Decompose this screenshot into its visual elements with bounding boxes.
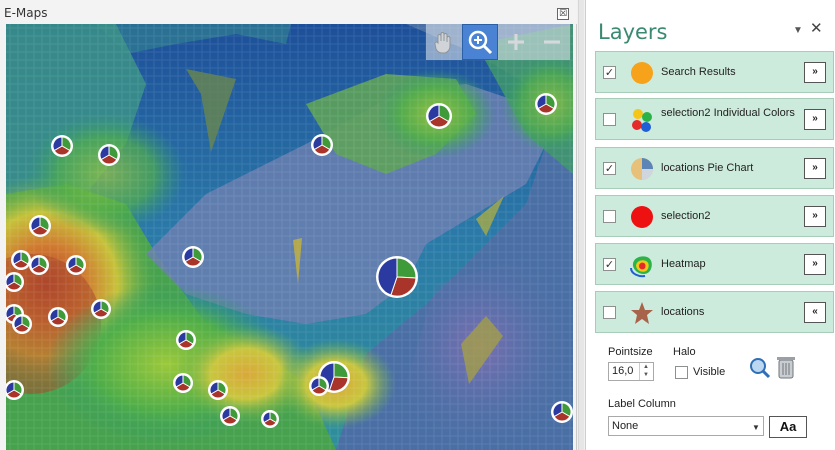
label-column-label: Label Column (608, 398, 676, 410)
layer-expand-button[interactable]: » (804, 158, 826, 179)
layer-label: Heatmap (661, 258, 706, 270)
map-titlebar: E-Maps ☒ (0, 0, 577, 24)
pie-marker[interactable] (6, 272, 24, 292)
red-circle-icon (631, 206, 653, 228)
map-canvas[interactable] (6, 24, 573, 450)
layer-expand-button[interactable]: » (804, 62, 826, 83)
hand-pan-tool[interactable] (426, 24, 462, 60)
chevron-down-icon[interactable]: ▼ (752, 423, 760, 432)
pie-marker[interactable] (48, 307, 68, 327)
zoom-tool[interactable] (462, 24, 498, 60)
plus-icon (508, 34, 524, 50)
pie-marker[interactable] (551, 401, 573, 423)
map-window: E-Maps ☒ (0, 0, 577, 450)
pointsize-label: Pointsize (608, 346, 653, 358)
layer-options: Pointsize 16,0 ▲ ▼ Halo Visible Label Co… (595, 336, 834, 450)
pie-marker[interactable] (29, 215, 51, 237)
layer-expand-button[interactable]: » (804, 206, 826, 227)
panel-menu-icon[interactable]: ▼ (793, 25, 803, 36)
pie-marker[interactable] (535, 93, 557, 115)
label-column-select[interactable]: None (608, 416, 764, 436)
pie-marker[interactable] (6, 380, 24, 400)
layer-row-selection2-individual-colors[interactable]: selection2 Individual Colors » (595, 98, 834, 140)
window-title: E-Maps (4, 6, 48, 20)
pie-marker[interactable] (261, 410, 279, 428)
orange-circle-icon (631, 62, 653, 84)
hand-icon (434, 32, 451, 54)
panel-title: Layers (598, 20, 668, 44)
layer-visibility-checkbox[interactable]: ✓ (603, 162, 616, 175)
pie-marker[interactable] (182, 246, 204, 268)
trash-icon[interactable] (776, 355, 796, 380)
layer-row-selection2[interactable]: selection2 » (595, 195, 834, 237)
pie-marker[interactable] (98, 144, 120, 166)
layer-visibility-checkbox[interactable] (603, 306, 616, 319)
layer-row-search-results[interactable]: ✓ Search Results » (595, 51, 834, 93)
pie-marker[interactable] (311, 134, 333, 156)
layer-visibility-checkbox[interactable] (603, 210, 616, 223)
layer-collapse-button[interactable]: « (804, 302, 826, 323)
heatmap-icon (630, 256, 652, 278)
pie-marker[interactable] (51, 135, 73, 157)
pie-marker[interactable] (12, 314, 32, 334)
font-button[interactable]: Aa (769, 416, 807, 438)
pie-marker[interactable] (66, 255, 86, 275)
window-close-button[interactable]: ☒ (557, 8, 569, 20)
pie-marker[interactable] (91, 299, 111, 319)
pie-marker-layer (6, 93, 573, 428)
layer-row-locations[interactable]: locations « (595, 291, 834, 333)
pie-marker[interactable] (208, 380, 228, 400)
star-icon (631, 302, 653, 324)
halo-visible-checkbox[interactable] (675, 366, 688, 379)
pie-marker[interactable] (29, 255, 49, 275)
layer-label: Search Results (661, 66, 736, 78)
layer-visibility-checkbox[interactable] (603, 113, 616, 126)
pie-marker[interactable] (376, 256, 418, 298)
magnifier-plus-icon (468, 30, 493, 55)
layer-row-heatmap[interactable]: ✓ Heatmap » (595, 243, 834, 285)
layer-visibility-checkbox[interactable]: ✓ (603, 66, 616, 79)
pie-slice (333, 362, 349, 379)
pie-marker[interactable] (220, 406, 240, 426)
layer-expand-button[interactable]: » (804, 254, 826, 275)
layer-visibility-checkbox[interactable]: ✓ (603, 258, 616, 271)
panel-splitter[interactable] (578, 0, 584, 450)
multicolor-dots-icon (632, 109, 652, 132)
panel-close-button[interactable]: ✕ (810, 19, 823, 37)
layers-panel: Layers ▼ ✕ ✓ Search Results » selection2… (585, 0, 835, 450)
halo-label: Halo (673, 346, 696, 358)
pie-marker[interactable] (173, 373, 193, 393)
layer-label: locations (661, 306, 705, 318)
layer-expand-button[interactable]: » (804, 109, 826, 130)
stepper-up-icon[interactable]: ▲ (640, 363, 652, 371)
stepper-down-icon[interactable]: ▼ (640, 371, 652, 379)
zoom-out-button[interactable] (534, 24, 570, 60)
pie-marker[interactable] (309, 376, 329, 396)
pointsize-stepper[interactable]: ▲ ▼ (639, 363, 652, 380)
layer-label: locations Pie Chart (661, 162, 754, 174)
pie-slice (396, 257, 417, 279)
visible-label: Visible (693, 366, 726, 378)
pie-chart-icon (631, 158, 653, 180)
pie-marker[interactable] (426, 103, 452, 129)
layer-label: selection2 Individual Colors (661, 107, 795, 119)
minus-icon (544, 40, 560, 44)
emaps-app: E-Maps ☒ Layers ▼ ✕ ✓ Search Results » s… (0, 0, 835, 450)
pie-marker[interactable] (11, 250, 31, 270)
layer-row-locations-pie-chart[interactable]: ✓ locations Pie Chart » (595, 147, 834, 189)
pie-marker[interactable] (176, 330, 196, 350)
layer-label: selection2 (661, 210, 711, 222)
zoom-in-button[interactable] (498, 24, 534, 60)
zoom-to-layer-icon[interactable] (747, 356, 771, 380)
